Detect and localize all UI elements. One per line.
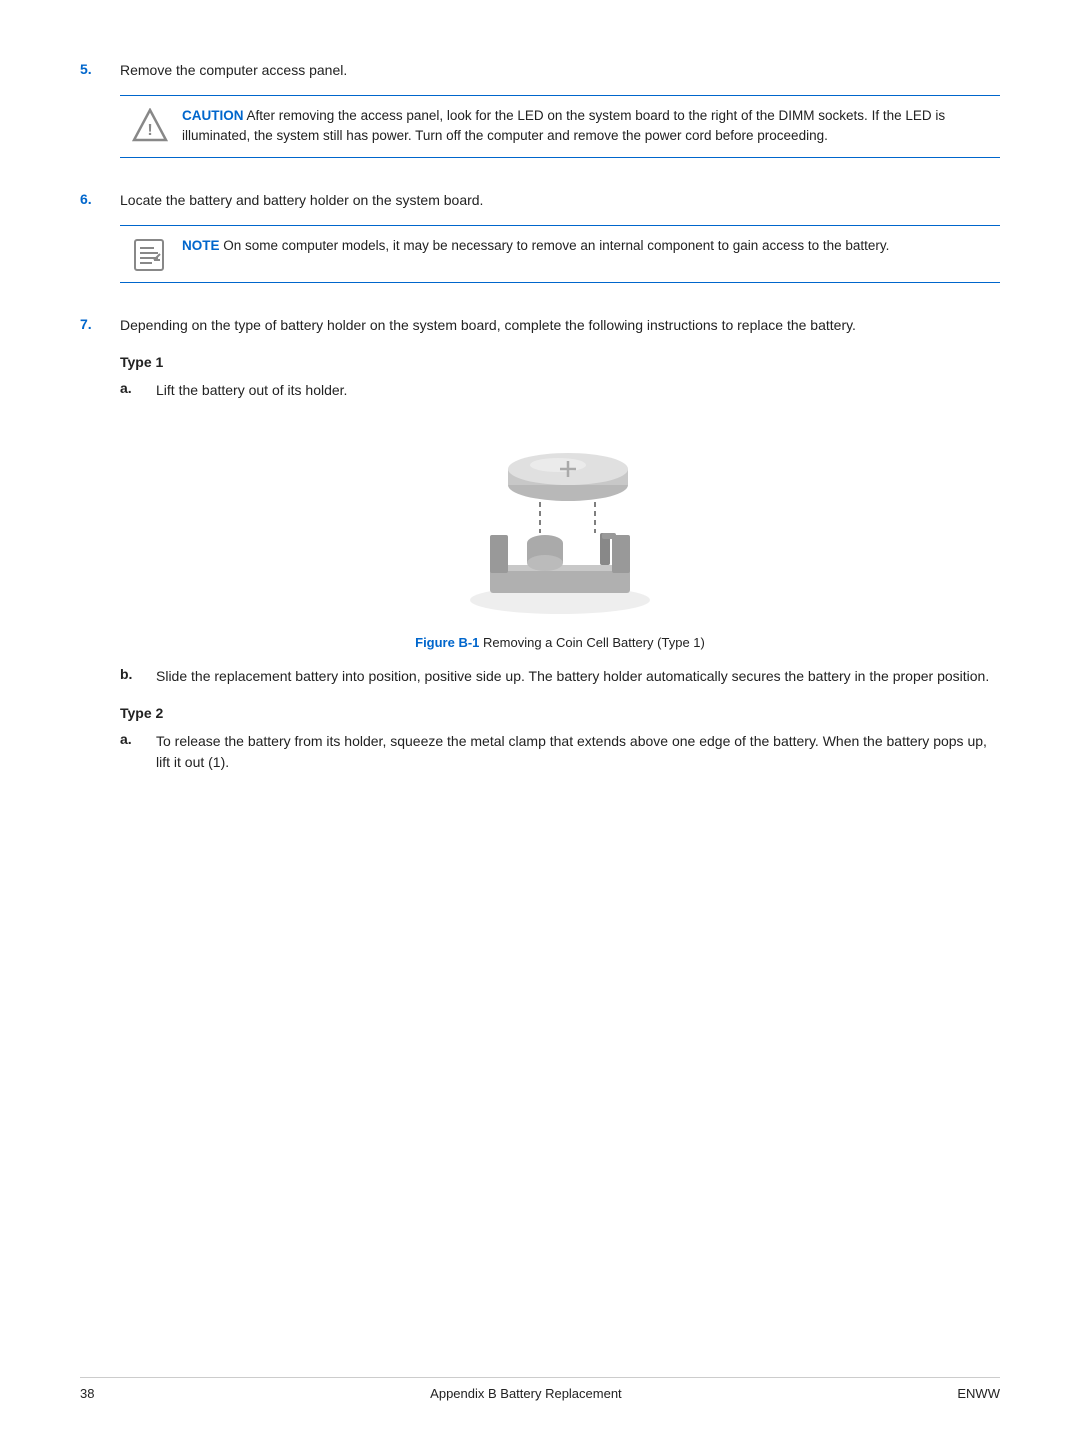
step-6-content: Locate the battery and battery holder on… [120,190,1000,297]
note-icon [132,236,168,272]
figure-b1-rest: Removing a Coin Cell Battery (Type 1) [479,635,704,650]
step-7-content: Depending on the type of battery holder … [120,315,1000,783]
page: 5. Remove the computer access panel. ! C… [0,0,1080,1437]
step-5-number: 5. [80,60,120,77]
type1-step-b: b. Slide the replacement battery into po… [120,666,1000,687]
caution-text: CAUTION After removing the access panel,… [182,106,988,147]
type2-step-a-text: To release the battery from its holder, … [156,731,1000,773]
type2-label: Type 2 [120,705,1000,721]
type2-step-a-letter: a. [120,731,156,747]
step-6-number: 6. [80,190,120,207]
step-7-number: 7. [80,315,120,332]
caution-box: ! CAUTION After removing the access pane… [120,95,1000,158]
type2-step-a: a. To release the battery from its holde… [120,731,1000,773]
footer-title: Appendix B Battery Replacement [430,1386,622,1401]
caution-icon: ! [132,106,168,142]
step-6: 6. Locate the battery and battery holder… [80,190,1000,297]
battery-diagram [430,425,690,625]
note-text: NOTE On some computer models, it may be … [182,236,988,256]
footer-page-number: 38 [80,1386,94,1401]
footer-region: ENWW [957,1386,1000,1401]
svg-text:!: ! [147,122,152,139]
type1-step-a-text: Lift the battery out of its holder. [156,380,1000,401]
note-box: NOTE On some computer models, it may be … [120,225,1000,283]
type1-label: Type 1 [120,354,1000,370]
type1-step-b-text: Slide the replacement battery into posit… [156,666,1000,687]
step-6-text: Locate the battery and battery holder on… [120,190,1000,211]
caution-body: After removing the access panel, look fo… [182,108,945,143]
step-5-content: Remove the computer access panel. ! CAUT… [120,60,1000,172]
step-7: 7. Depending on the type of battery hold… [80,315,1000,783]
figure-b1-area: Figure B-1 Removing a Coin Cell Battery … [120,425,1000,650]
step-5: 5. Remove the computer access panel. ! C… [80,60,1000,172]
step-7-text: Depending on the type of battery holder … [120,315,1000,336]
type1-step-a-letter: a. [120,380,156,396]
type1-step-a: a. Lift the battery out of its holder. [120,380,1000,401]
step-5-text: Remove the computer access panel. [120,60,1000,81]
footer: 38 Appendix B Battery Replacement ENWW [80,1377,1000,1401]
note-label: NOTE [182,238,220,253]
caution-label: CAUTION [182,108,244,123]
figure-b1-caption: Figure B-1 Removing a Coin Cell Battery … [415,635,705,650]
figure-b1-label: Figure B-1 [415,635,479,650]
note-body: On some computer models, it may be neces… [223,238,889,253]
type1-step-b-letter: b. [120,666,156,682]
